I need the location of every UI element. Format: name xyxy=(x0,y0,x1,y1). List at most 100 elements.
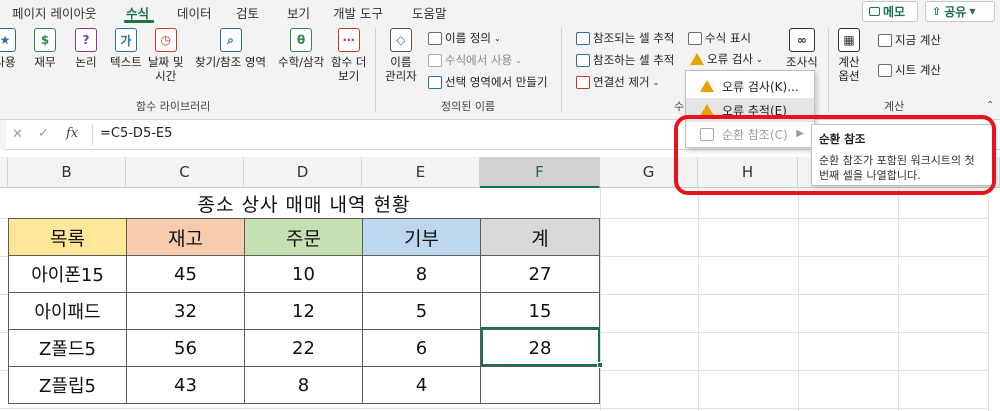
table-cell[interactable]: 10 xyxy=(244,255,363,293)
column-header-e[interactable]: E xyxy=(362,157,480,188)
table-cell[interactable] xyxy=(480,366,600,404)
ribbon-tab-bar: 페이지 레이아웃 수식 데이터 검토 보기 개발 도구 도움말 메모 ⇧ 공유 … xyxy=(0,0,1000,24)
calculation-options-button[interactable]: ▦ 계산 옵션 xyxy=(838,28,860,83)
use-in-formula-button[interactable]: 수식에서 사용 ⌄ xyxy=(428,52,522,68)
calculation-group-label: 계산 xyxy=(884,100,905,113)
table-cell[interactable]: 32 xyxy=(126,292,245,330)
star-icon: ★ xyxy=(0,28,16,52)
calculate-sheet-icon xyxy=(878,63,892,77)
more-functions-button[interactable]: ⋯ 함수 더 보기 xyxy=(331,28,366,83)
trace-precedents-icon xyxy=(576,31,590,45)
formula-icon xyxy=(428,53,442,67)
share-button[interactable]: ⇧ 공유 ▼ xyxy=(925,1,995,22)
financial-label: 재무 xyxy=(34,55,56,69)
tab-view[interactable]: 보기 xyxy=(287,3,310,22)
calculate-sheet-button[interactable]: 시트 계산 xyxy=(878,62,941,78)
table-cell[interactable]: 27 xyxy=(480,255,600,293)
text-label: 텍스트 xyxy=(110,55,142,69)
show-formulas-icon xyxy=(688,31,702,45)
table-cell[interactable]: 6 xyxy=(362,329,481,367)
table-cell[interactable]: Z플립5 xyxy=(8,366,127,404)
logical-label: 논리 xyxy=(75,55,97,69)
enter-icon[interactable]: ✓ xyxy=(38,126,49,141)
column-header-c[interactable]: C xyxy=(126,157,244,188)
math-trig-button[interactable]: θ 수학/삼각 xyxy=(278,28,324,69)
cancel-icon[interactable]: ✕ xyxy=(12,127,23,142)
remove-arrows-icon xyxy=(576,75,590,89)
lookup-reference-label: 찾기/참조 영역 xyxy=(195,55,267,69)
table-cell[interactable]: 43 xyxy=(126,366,245,404)
table-cell[interactable]: 12 xyxy=(244,292,363,330)
table-cell[interactable]: 5 xyxy=(362,292,481,330)
chevron-down-icon: ⌄ xyxy=(755,54,763,64)
table-cell[interactable]: 22 xyxy=(244,329,363,367)
table-cell[interactable]: 아이패드 xyxy=(8,292,127,330)
recently-used-label: 사용 xyxy=(0,55,16,69)
calculation-options-label: 계산 옵션 xyxy=(838,55,860,83)
table-cell[interactable]: Z폴드5 xyxy=(8,329,127,367)
lookup-reference-button[interactable]: ⌕ 찾기/참조 영역 xyxy=(195,28,266,69)
table-cell[interactable]: 8 xyxy=(244,366,363,404)
tab-data[interactable]: 데이터 xyxy=(177,3,212,22)
tag-icon: ◇ xyxy=(389,28,412,52)
warning-icon xyxy=(700,80,714,92)
formula-input[interactable]: =C5-D5-E5 xyxy=(100,126,172,141)
date-time-button[interactable]: ◷ 날짜 및 시간 xyxy=(148,28,183,83)
calculate-now-button[interactable]: 지금 계산 xyxy=(878,32,941,48)
clock-icon: ◷ xyxy=(154,28,177,52)
memo-button[interactable]: 메모 xyxy=(862,1,918,22)
active-tab-underline xyxy=(124,20,154,23)
chevron-down-icon: ▼ xyxy=(969,7,976,16)
theta-icon: θ xyxy=(290,28,313,52)
sheet-title[interactable]: 종소 상사 매매 내역 현황 xyxy=(8,188,600,218)
memo-label: 메모 xyxy=(883,5,906,19)
trace-precedents-button[interactable]: 참조되는 셀 추적 xyxy=(576,30,674,46)
recently-used-button[interactable]: ★ 사용 xyxy=(0,28,16,69)
table-cell[interactable]: 4 xyxy=(362,366,481,404)
create-from-selection-button[interactable]: 선택 영역에서 만들기 xyxy=(428,74,548,90)
watch-window-button[interactable]: ∞ 조사식 xyxy=(786,28,818,69)
error-checking-button[interactable]: 오류 검사 ⌄ xyxy=(690,51,763,67)
table-header-cell[interactable]: 계 xyxy=(480,218,600,256)
column-header-f[interactable]: F xyxy=(480,157,600,188)
function-library-group-label: 함수 라이브러리 xyxy=(136,100,211,113)
table-cell[interactable]: 8 xyxy=(362,255,481,293)
tab-review[interactable]: 검토 xyxy=(236,3,259,22)
table-header-cell[interactable]: 기부 xyxy=(362,218,481,256)
trace-dependents-icon xyxy=(576,53,590,67)
column-header-a[interactable] xyxy=(0,157,8,188)
chevron-down-icon: ⌄ xyxy=(652,77,660,87)
text-icon: 가 xyxy=(114,28,137,52)
table-header-cell[interactable]: 재고 xyxy=(126,218,245,256)
tab-help[interactable]: 도움말 xyxy=(412,3,447,22)
fill-handle[interactable] xyxy=(597,362,603,368)
define-name-button[interactable]: 이름 정의 ⌄ xyxy=(428,30,501,46)
financial-button[interactable]: $ 재무 xyxy=(34,28,56,69)
table-header-cell[interactable]: 목록 xyxy=(8,218,127,256)
menu-item-error-checking[interactable]: 오류 검사(K)... xyxy=(686,74,814,98)
show-formulas-button[interactable]: 수식 표시 xyxy=(688,30,751,46)
text-button[interactable]: 가 텍스트 xyxy=(110,28,142,69)
column-header-d[interactable]: D xyxy=(244,157,362,188)
active-cell-border xyxy=(481,327,600,366)
collapse-ribbon-icon[interactable]: ⌃ xyxy=(986,100,994,111)
share-icon: ⇧ xyxy=(932,5,942,18)
table-cell[interactable]: 아이폰15 xyxy=(8,255,127,293)
column-header-b[interactable]: B xyxy=(8,157,126,188)
name-manager-button[interactable]: ◇ 이름 관리자 xyxy=(385,28,417,83)
vertical-scrollbar[interactable] xyxy=(988,188,1000,411)
insert-function-icon[interactable]: fx xyxy=(66,126,78,141)
remove-arrows-button[interactable]: 연결선 제거 ⌄ xyxy=(576,74,659,90)
tab-developer[interactable]: 개발 도구 xyxy=(333,3,383,22)
date-time-label: 날짜 및 시간 xyxy=(148,55,184,83)
table-cell[interactable]: 45 xyxy=(126,255,245,293)
table-cell[interactable]: 15 xyxy=(480,292,600,330)
logical-button[interactable]: ? 논리 xyxy=(75,28,97,69)
coins-icon: $ xyxy=(34,28,56,52)
table-cell[interactable]: 56 xyxy=(126,329,245,367)
comment-icon xyxy=(869,7,880,16)
tab-page-layout[interactable]: 페이지 레이아웃 xyxy=(12,3,96,22)
trace-dependents-button[interactable]: 참조하는 셀 추적 xyxy=(576,52,674,68)
chevron-down-icon: ⌄ xyxy=(515,55,522,65)
table-header-cell[interactable]: 주문 xyxy=(244,218,363,256)
